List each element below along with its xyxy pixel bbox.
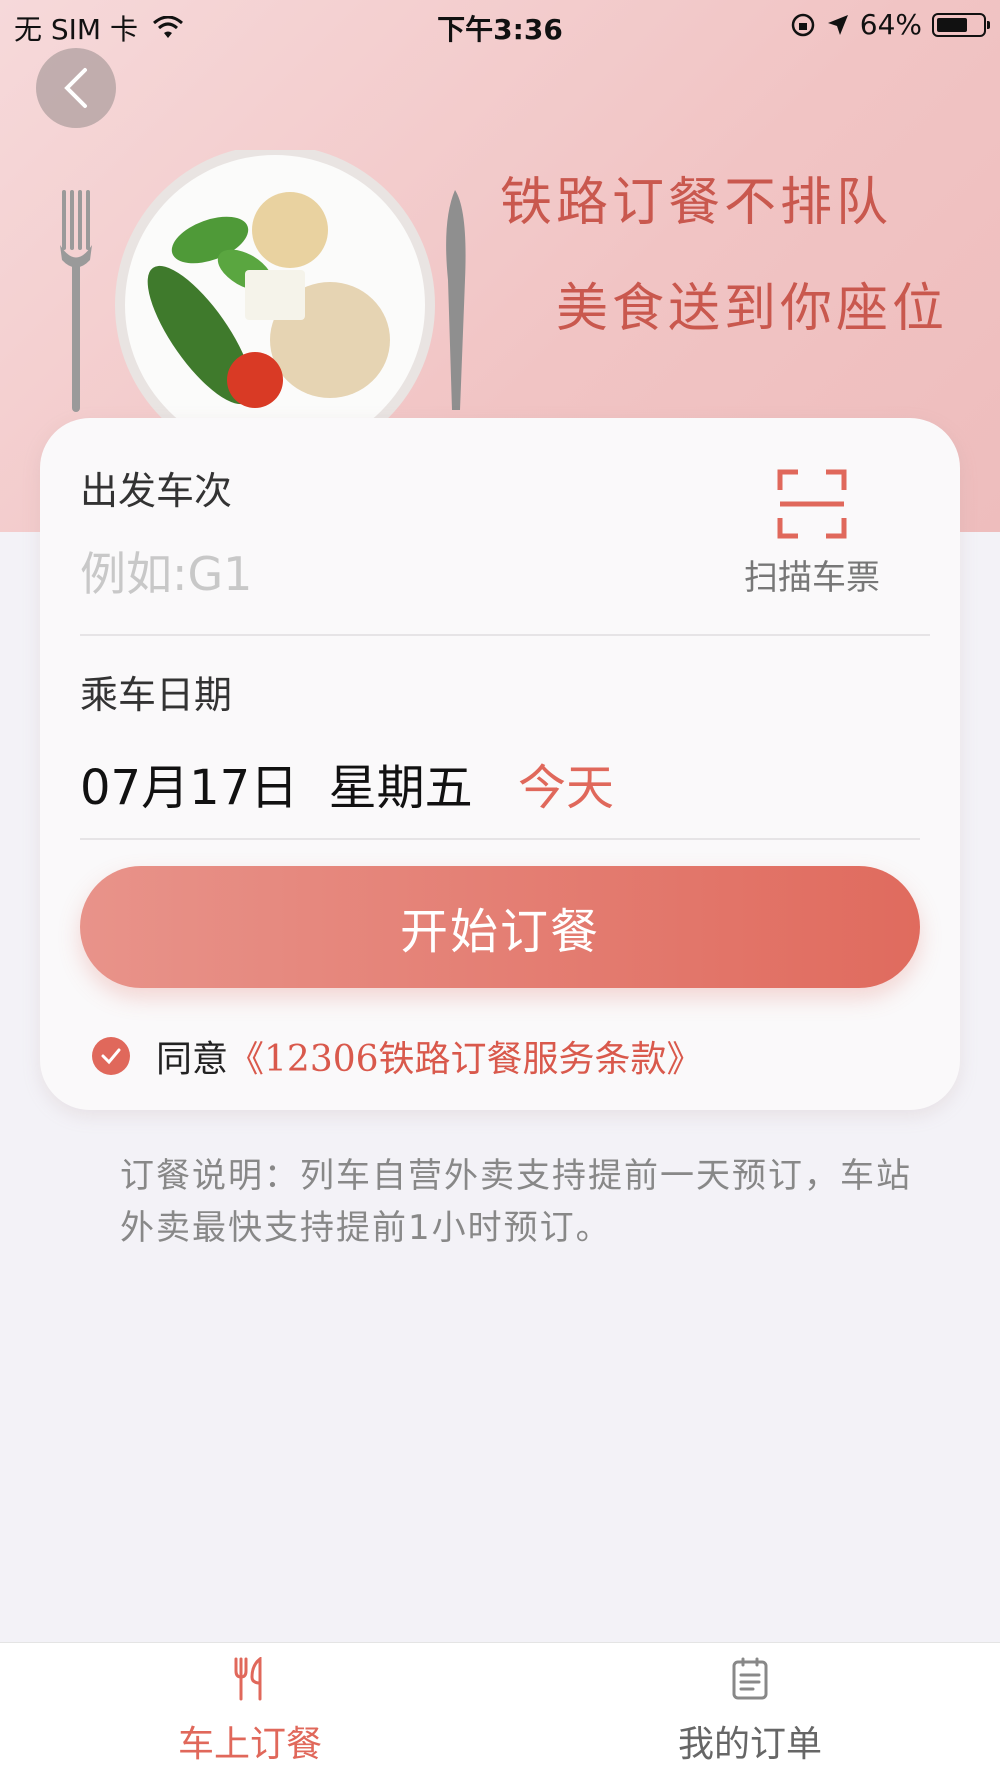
start-order-button[interactable]: 开始订餐 [80, 866, 920, 988]
train-number-input[interactable] [78, 538, 642, 610]
today-tag: 今天 [517, 760, 614, 816]
travel-date-value: 07月17日 星期五 [80, 760, 473, 816]
tab-onboard-ordering[interactable]: 车上订餐 [0, 1643, 500, 1779]
food-plate-illustration [60, 150, 466, 450]
checkmark-icon [101, 1048, 121, 1065]
agree-checkbox[interactable] [92, 1037, 130, 1075]
tab-my-orders[interactable]: 我的订单 [500, 1643, 1000, 1779]
scan-ticket-button[interactable]: 扫描车票 [732, 468, 892, 598]
travel-date-label: 乘车日期 [80, 673, 233, 717]
status-bar: 无 SIM 卡 下午3:36 64% [0, 0, 1000, 50]
fork-knife-icon [234, 1655, 262, 1701]
bottom-tab-bar: 车上订餐 我的订单 [0, 1642, 1000, 1779]
train-number-label: 出发车次 [80, 469, 233, 513]
divider [80, 838, 920, 840]
back-button[interactable] [36, 48, 116, 128]
terms-link[interactable]: 《12306铁路订餐服务条款》 [228, 1030, 703, 1082]
terms-agreement: 同意 《12306铁路订餐服务条款》 [92, 1030, 703, 1082]
chevron-left-icon [64, 68, 87, 108]
location-arrow-icon [827, 14, 848, 35]
divider [80, 634, 930, 636]
slogan-line-2: 美食送到你座位 [556, 279, 949, 339]
order-list-icon [732, 1657, 768, 1700]
agree-label: 同意 [156, 1039, 229, 1080]
tab-label: 车上订餐 [177, 1724, 322, 1765]
rotation-lock-icon [791, 13, 815, 36]
slogan-line-1: 铁路订餐不排队 [500, 173, 893, 233]
scan-ticket-label: 扫描车票 [744, 558, 880, 598]
scan-frame-icon [777, 469, 847, 539]
travel-date-selector[interactable]: 07月17日 星期五 今天 [80, 748, 614, 818]
battery-percent: 64% [859, 8, 922, 41]
order-notice: 订餐说明：列车自营外卖支持提前一天预订，车站外卖最快支持提前1小时预订。 [120, 1156, 912, 1248]
tab-label: 我的订单 [677, 1724, 822, 1765]
order-form-card: 出发车次 扫描车票 乘车日期 07月17日 星期五 今天 开始订餐 同意 《12… [40, 418, 960, 1110]
battery-icon [932, 12, 990, 37]
